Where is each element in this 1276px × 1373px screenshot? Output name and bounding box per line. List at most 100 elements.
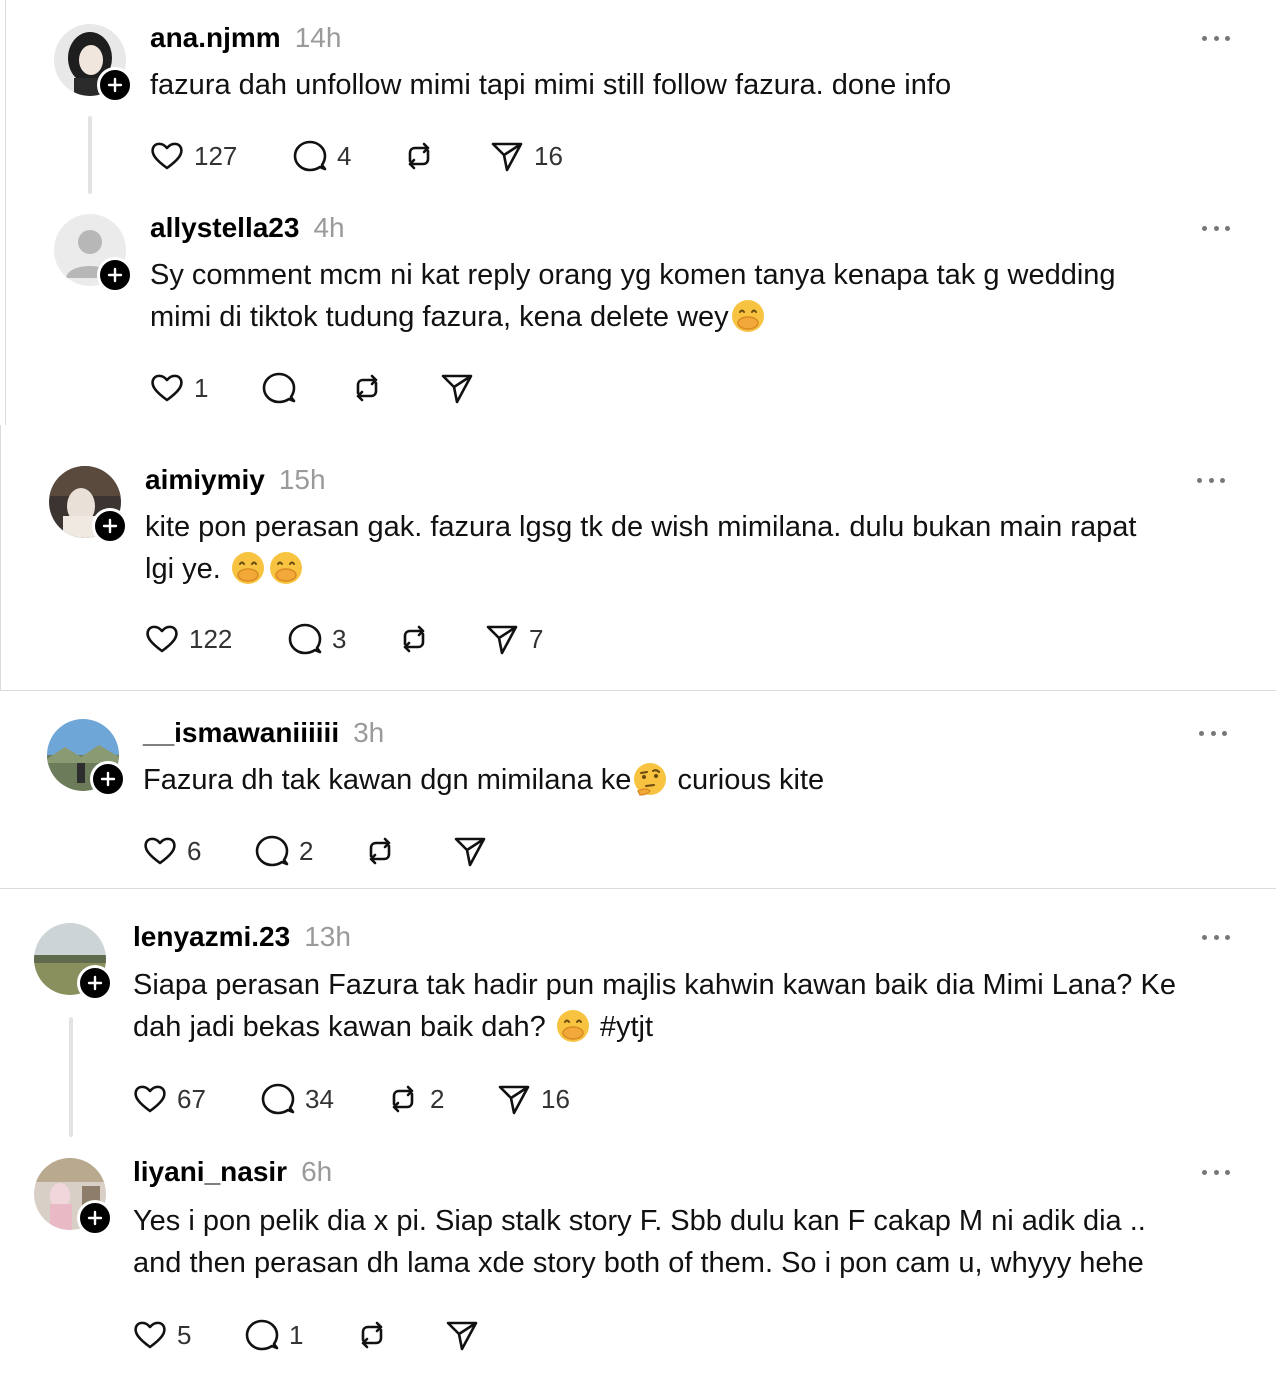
repost-icon [356, 374, 378, 402]
post-time: 4h [313, 212, 345, 243]
follow-badge[interactable] [92, 508, 128, 544]
plus-icon [107, 77, 123, 93]
divider [0, 690, 1276, 691]
repost-count: 2 [430, 1083, 445, 1114]
like-count: 67 [177, 1083, 206, 1114]
reply-button[interactable] [260, 368, 298, 408]
hand-over-mouth-emoji [556, 1010, 589, 1042]
follow-badge[interactable] [77, 1200, 113, 1236]
username[interactable]: __ismawaniiiiii 3h [143, 717, 384, 749]
more-icon[interactable] [1202, 34, 1230, 42]
share-button[interactable] [443, 1315, 481, 1355]
post-text: Fazura dh tak kawan dgn mimilana ke curi… [143, 759, 824, 801]
heart-icon [151, 142, 183, 170]
follow-badge[interactable] [90, 761, 126, 797]
share-count: 16 [534, 140, 563, 171]
like-button[interactable]: 6 [141, 831, 201, 871]
comment-icon [261, 1083, 295, 1115]
repost-button[interactable] [400, 136, 438, 176]
panel-left-border [5, 0, 6, 425]
post-text: Yes i pon pelik dia x pi. Siap stalk sto… [133, 1205, 1146, 1279]
send-icon [486, 625, 518, 655]
username[interactable]: liyani_nasir 6h [133, 1156, 332, 1188]
like-count: 127 [194, 140, 238, 171]
like-button[interactable]: 122 [143, 619, 232, 659]
reply-button[interactable]: 3 [286, 619, 346, 659]
hand-over-mouth-emoji [269, 552, 302, 584]
hand-over-mouth-emoji [231, 552, 264, 584]
send-icon [454, 837, 486, 867]
reply-button[interactable]: 1 [243, 1315, 303, 1355]
share-count: 7 [529, 623, 544, 654]
plus-icon [100, 771, 116, 787]
more-icon[interactable] [1199, 729, 1227, 737]
follow-badge[interactable] [97, 257, 133, 293]
post-text: kite pon perasan gak. fazura lgsg tk de … [145, 511, 1137, 585]
reply-count: 34 [305, 1083, 334, 1114]
send-icon [498, 1085, 530, 1115]
username[interactable]: lenyazmi.23 13h [133, 921, 351, 953]
like-button[interactable]: 5 [131, 1315, 191, 1355]
share-button[interactable] [451, 831, 489, 871]
comment-icon [288, 623, 322, 655]
heart-icon [146, 625, 178, 653]
comment-icon [293, 140, 327, 172]
plus-icon [102, 518, 118, 534]
plus-icon [87, 1210, 103, 1226]
like-button[interactable]: 127 [148, 136, 237, 176]
send-icon [446, 1321, 478, 1351]
share-button[interactable]: 7 [483, 619, 543, 659]
more-icon[interactable] [1197, 476, 1225, 484]
like-count: 5 [177, 1319, 192, 1350]
hand-over-mouth-emoji [731, 300, 764, 332]
thread-line [69, 1017, 73, 1137]
heart-icon [134, 1085, 166, 1113]
share-button[interactable]: 16 [495, 1079, 570, 1119]
more-icon[interactable] [1202, 1168, 1230, 1176]
follow-badge[interactable] [77, 965, 113, 1001]
repost-button[interactable] [395, 619, 433, 659]
repost-button[interactable]: 2 [384, 1079, 444, 1119]
post-time: 15h [278, 464, 326, 495]
comment-icon [255, 835, 289, 867]
thread-line [88, 116, 92, 194]
repost-icon [403, 625, 425, 653]
share-count: 16 [541, 1083, 570, 1114]
post-text: Sy comment mcm ni kat reply orang yg kom… [150, 259, 1116, 333]
reply-count: 2 [299, 835, 314, 866]
thinking-face-emoji [634, 763, 667, 796]
more-icon[interactable] [1202, 224, 1230, 232]
more-icon[interactable] [1202, 933, 1230, 941]
reply-count: 4 [337, 140, 352, 171]
share-button[interactable]: 16 [488, 136, 563, 176]
repost-icon [392, 1085, 414, 1113]
post-text: Siapa perasan Fazura tak hadir pun majli… [133, 969, 1176, 1043]
post-time: 14h [294, 22, 342, 53]
share-button[interactable] [438, 368, 476, 408]
repost-icon [408, 142, 430, 170]
heart-icon [151, 374, 183, 402]
reply-button[interactable]: 2 [253, 831, 313, 871]
repost-button[interactable] [353, 1315, 391, 1355]
comment-icon [245, 1319, 279, 1351]
repost-icon [369, 837, 391, 865]
plus-icon [87, 975, 103, 991]
username[interactable]: ana.njmm 14h [150, 22, 341, 54]
post-time: 6h [301, 1156, 333, 1187]
repost-button[interactable] [361, 831, 399, 871]
reply-button[interactable]: 4 [291, 136, 351, 176]
username[interactable]: aimiymiy 15h [145, 464, 326, 496]
panel-left-border [0, 425, 1, 690]
username[interactable]: allystella23 4h [150, 212, 345, 244]
like-button[interactable]: 67 [131, 1079, 206, 1119]
follow-badge[interactable] [97, 67, 133, 103]
reply-button[interactable]: 34 [259, 1079, 334, 1119]
heart-icon [134, 1321, 166, 1349]
repost-button[interactable] [348, 368, 386, 408]
repost-icon [361, 1321, 383, 1349]
plus-icon [107, 267, 123, 283]
post-time: 13h [304, 921, 351, 952]
like-count: 6 [187, 835, 202, 866]
like-count: 1 [194, 372, 209, 403]
like-button[interactable]: 1 [148, 368, 208, 408]
